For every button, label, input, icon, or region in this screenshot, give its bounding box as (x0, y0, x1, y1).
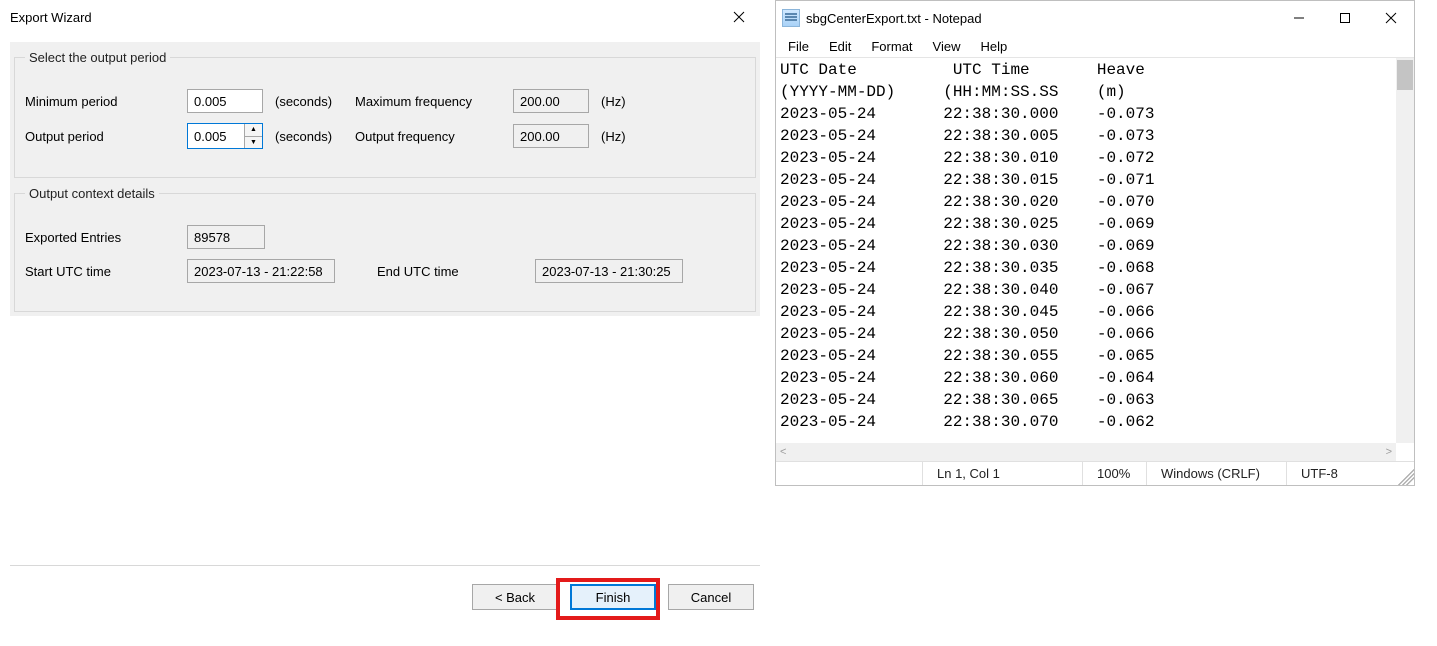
maximize-icon[interactable] (1322, 2, 1368, 34)
notepad-statusbar: Ln 1, Col 1 100% Windows (CRLF) UTF-8 (776, 461, 1414, 485)
menu-help[interactable]: Help (972, 37, 1015, 56)
notepad-text-area[interactable]: UTC Date UTC Time Heave (YYYY-MM-DD) (HH… (776, 58, 1396, 443)
menu-file[interactable]: File (780, 37, 817, 56)
input-output-freq[interactable] (513, 124, 589, 148)
wizard-title: Export Wizard (10, 10, 716, 25)
vertical-scrollbar[interactable] (1396, 58, 1414, 443)
wizard-footer: < Back Finish Cancel (10, 565, 760, 610)
menu-edit[interactable]: Edit (821, 37, 859, 56)
menu-view[interactable]: View (925, 37, 969, 56)
wizard-body: Select the output period Minimum period … (10, 42, 760, 316)
finish-button[interactable]: Finish (570, 584, 656, 610)
export-wizard-window: Export Wizard Select the output period M… (0, 0, 770, 630)
spin-up-icon[interactable]: ▲ (245, 124, 262, 137)
legend-output-period: Select the output period (25, 50, 170, 65)
notepad-title: sbgCenterExport.txt - Notepad (806, 11, 1276, 26)
status-zoom: 100% (1082, 462, 1146, 485)
unit-seconds-2: (seconds) (265, 129, 355, 144)
cancel-button[interactable]: Cancel (668, 584, 754, 610)
scroll-right-icon[interactable]: > (1386, 446, 1392, 458)
resize-grip-icon[interactable] (1396, 462, 1414, 485)
spin-down-icon[interactable]: ▼ (245, 137, 262, 149)
minimize-icon[interactable] (1276, 2, 1322, 34)
label-max-freq: Maximum frequency (355, 94, 513, 109)
scroll-left-icon[interactable]: < (780, 446, 786, 458)
scrollbar-thumb[interactable] (1397, 60, 1413, 90)
label-output-freq: Output frequency (355, 129, 513, 144)
unit-hz-2: (Hz) (591, 129, 626, 144)
value-end-utc (535, 259, 683, 283)
status-enc: UTF-8 (1286, 462, 1396, 485)
fieldset-context-details: Output context details Exported Entries … (14, 186, 756, 312)
spinner-output-period[interactable]: ▲ ▼ (187, 123, 263, 149)
label-output-period: Output period (25, 129, 187, 144)
status-pos: Ln 1, Col 1 (922, 462, 1082, 485)
close-icon[interactable] (716, 1, 762, 33)
unit-seconds: (seconds) (265, 94, 355, 109)
back-button[interactable]: < Back (472, 584, 558, 610)
input-min-period[interactable] (187, 89, 263, 113)
label-min-period: Minimum period (25, 94, 187, 109)
notepad-titlebar: sbgCenterExport.txt - Notepad (776, 1, 1414, 35)
label-end-utc: End UTC time (377, 264, 535, 279)
legend-context-details: Output context details (25, 186, 159, 201)
notepad-window: sbgCenterExport.txt - Notepad File Edit … (775, 0, 1415, 486)
notepad-menu: File Edit Format View Help (776, 35, 1414, 57)
label-start-utc: Start UTC time (25, 264, 187, 279)
notepad-text-wrap: UTC Date UTC Time Heave (YYYY-MM-DD) (HH… (776, 57, 1414, 461)
value-exported-entries (187, 225, 265, 249)
fieldset-output-period: Select the output period Minimum period … (14, 50, 756, 178)
value-start-utc (187, 259, 335, 283)
horizontal-scrollbar[interactable]: < > (776, 443, 1396, 461)
close-icon[interactable] (1368, 2, 1414, 34)
input-max-freq[interactable] (513, 89, 589, 113)
label-exported-entries: Exported Entries (25, 230, 187, 245)
unit-hz-1: (Hz) (591, 94, 626, 109)
wizard-titlebar: Export Wizard (0, 0, 770, 34)
menu-format[interactable]: Format (863, 37, 920, 56)
notepad-app-icon (782, 9, 800, 27)
status-eol: Windows (CRLF) (1146, 462, 1286, 485)
input-output-period[interactable] (188, 124, 244, 148)
